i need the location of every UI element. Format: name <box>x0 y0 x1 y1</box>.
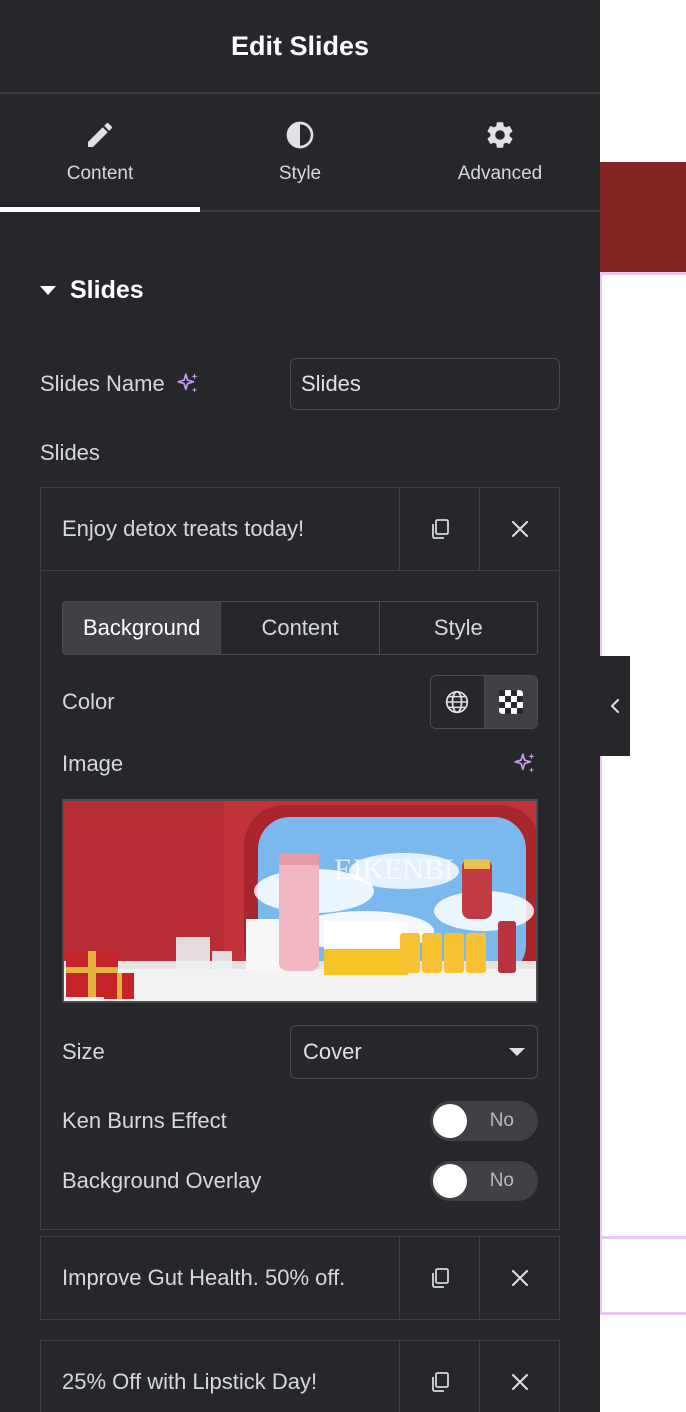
overlay-toggle[interactable]: No <box>430 1161 538 1201</box>
subtab-style[interactable]: Style <box>378 602 537 654</box>
panel-tabs: Content Style Advanced <box>0 94 600 212</box>
preview-divider <box>600 1236 686 1239</box>
color-control: Color <box>62 675 538 729</box>
tab-label: Content <box>66 163 134 184</box>
image-control-head: Image <box>62 745 538 783</box>
transparent-checker-icon <box>498 690 523 714</box>
close-icon <box>511 1373 528 1391</box>
toggle-state-label: No <box>489 1170 514 1191</box>
tab-content[interactable]: Content <box>0 94 200 212</box>
slides-repeater-label: Slides <box>40 440 100 465</box>
remove-button[interactable] <box>479 488 559 570</box>
slide-item-title[interactable]: Improve Gut Health. 50% off. <box>41 1237 399 1319</box>
preview-divider <box>600 1236 602 1314</box>
overlay-label: Background Overlay <box>62 1168 262 1193</box>
slide-item-header: Enjoy detox treats today! <box>41 488 559 570</box>
slide-item-header: 25% Off with Lipstick Day! <box>41 1341 559 1412</box>
section-toggle-slides[interactable]: Slides <box>40 276 144 305</box>
slide-sub-tabs: Background Content Style <box>62 601 538 655</box>
preview-slide-band <box>600 162 686 272</box>
slide-background-image: EIKENBI <box>64 801 536 1001</box>
slide-item-body: Background Content Style Color Image EIK… <box>41 570 559 1229</box>
caret-down-icon <box>40 286 56 295</box>
size-label: Size <box>62 1039 105 1064</box>
contrast-icon <box>286 121 314 149</box>
tab-advanced[interactable]: Advanced <box>400 94 600 210</box>
color-picker-button[interactable] <box>483 676 537 728</box>
close-icon <box>511 520 528 538</box>
tab-style[interactable]: Style <box>200 94 400 210</box>
close-icon <box>511 1269 528 1287</box>
image-preview[interactable]: EIKENBI <box>62 799 538 1003</box>
slide-item-title[interactable]: Enjoy detox treats today! <box>41 488 399 570</box>
ken-burns-control: Ken Burns Effect No <box>62 1099 538 1143</box>
subtab-content[interactable]: Content <box>220 602 378 654</box>
tab-label: Style <box>278 163 322 184</box>
duplicate-button[interactable] <box>399 1341 479 1412</box>
color-label: Color <box>62 689 115 714</box>
slide-item-header: Improve Gut Health. 50% off. <box>41 1237 559 1319</box>
tab-label: Advanced <box>457 163 543 184</box>
subtab-background[interactable]: Background <box>63 602 221 654</box>
size-select[interactable]: Cover <box>290 1025 538 1079</box>
slides-name-label-group: Slides Name <box>40 371 201 397</box>
overlay-control: Background Overlay No <box>62 1159 538 1203</box>
toggle-knob <box>433 1104 467 1138</box>
slide-item: 25% Off with Lipstick Day! <box>40 1340 560 1412</box>
toggle-state-label: No <box>489 1110 514 1131</box>
size-control: Size Cover <box>62 1025 538 1079</box>
collapse-panel-button[interactable] <box>600 656 630 756</box>
ken-burns-label: Ken Burns Effect <box>62 1108 227 1133</box>
section-title: Slides <box>70 276 144 304</box>
image-watermark-text: EIKENBI <box>334 853 454 886</box>
preview-divider <box>600 272 686 275</box>
gear-icon <box>487 122 513 148</box>
slide-item: Enjoy detox treats today! Background Con… <box>40 487 560 1230</box>
duplicate-button[interactable] <box>399 488 479 570</box>
color-picker-group <box>430 675 538 729</box>
chevron-down-icon <box>509 1048 525 1056</box>
editor-panel: Edit Slides Content Style Advanced Slide… <box>0 0 600 1412</box>
remove-button[interactable] <box>479 1237 559 1319</box>
slide-item-title[interactable]: 25% Off with Lipstick Day! <box>41 1341 399 1412</box>
copy-icon <box>431 519 449 539</box>
panel-header: Edit Slides <box>0 0 600 94</box>
slides-name-control: Slides Name Slides <box>40 358 560 410</box>
toggle-knob <box>433 1164 467 1198</box>
duplicate-button[interactable] <box>399 1237 479 1319</box>
pencil-icon <box>88 122 113 147</box>
ken-burns-toggle[interactable]: No <box>430 1101 538 1141</box>
chevron-left-icon <box>611 699 619 713</box>
global-colors-button[interactable] <box>431 676 484 728</box>
ai-sparkle-icon[interactable] <box>175 371 201 397</box>
copy-icon <box>431 1372 449 1392</box>
panel-title: Edit Slides <box>230 30 370 61</box>
slides-name-label: Slides Name <box>40 371 165 396</box>
size-select-value: Cover <box>303 1039 362 1064</box>
remove-button[interactable] <box>479 1341 559 1412</box>
image-label: Image <box>62 751 124 776</box>
slide-item: Improve Gut Health. 50% off. <box>40 1236 560 1320</box>
slides-name-input[interactable]: Slides <box>290 358 560 410</box>
globe-icon <box>446 690 469 714</box>
preview-divider <box>600 1312 686 1315</box>
copy-icon <box>431 1268 449 1288</box>
ai-sparkle-icon[interactable] <box>512 751 538 777</box>
